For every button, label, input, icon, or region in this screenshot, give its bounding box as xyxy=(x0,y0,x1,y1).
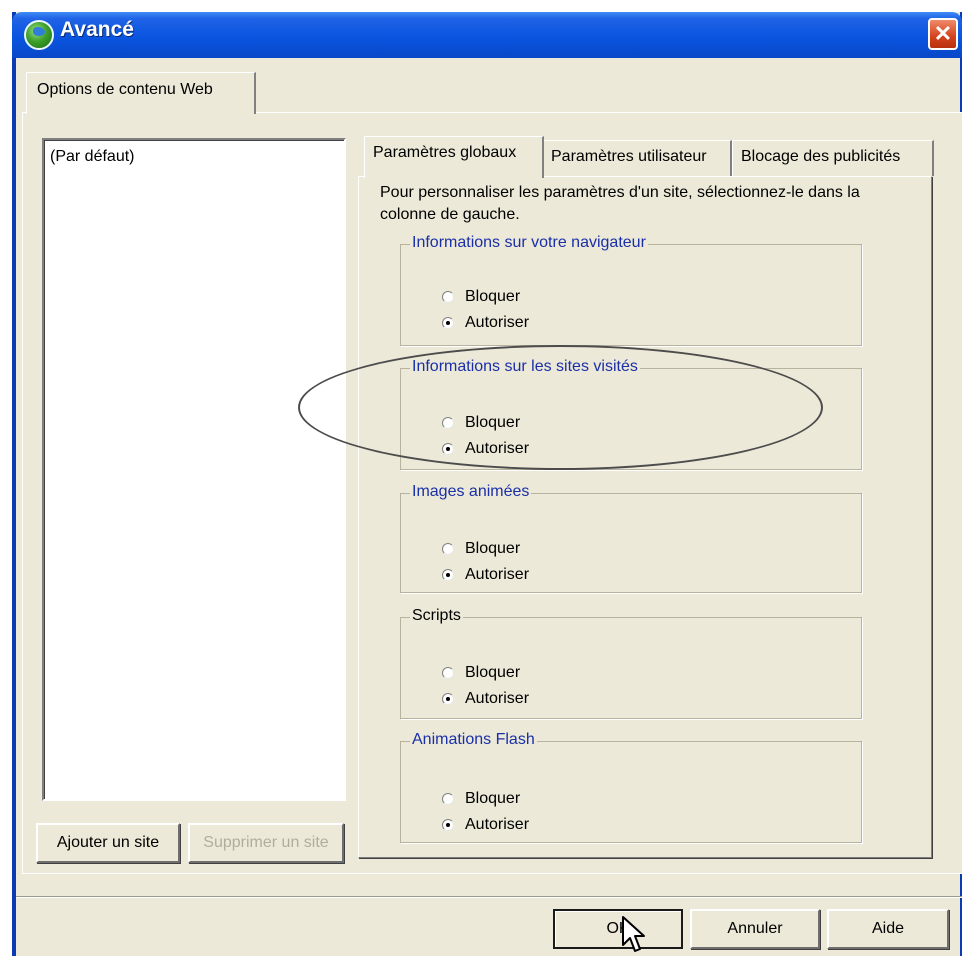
radio-label: Autoriser xyxy=(465,314,530,331)
radio-label: Bloquer xyxy=(465,540,521,557)
radio-scripts-block[interactable]: Bloquer xyxy=(442,664,520,682)
radio-label: Autoriser xyxy=(465,816,530,833)
tab-ad-blocking[interactable]: Blocage des publicités xyxy=(732,140,934,176)
radio-animated-images-allow[interactable]: Autoriser xyxy=(442,566,529,584)
intro-text: Pour personnaliser les paramètres d'un s… xyxy=(380,184,860,223)
radio-scripts-allow[interactable]: Autoriser xyxy=(442,690,529,708)
bottom-divider xyxy=(16,896,962,898)
group-scripts-label: Scripts xyxy=(410,607,463,625)
group-browser-info-label: Informations sur votre navigateur xyxy=(410,234,648,252)
site-list-item[interactable]: (Par défaut) xyxy=(50,148,338,166)
tab-web-content-options[interactable]: Options de contenu Web xyxy=(26,72,256,114)
radio-label: Bloquer xyxy=(465,790,521,807)
highlight-ellipse xyxy=(298,345,823,470)
radio-button[interactable] xyxy=(442,793,454,805)
mouse-cursor-icon xyxy=(622,916,645,952)
ok-button[interactable]: OK xyxy=(553,909,683,949)
radio-flash-block[interactable]: Bloquer xyxy=(442,790,520,808)
site-list[interactable]: (Par défaut) xyxy=(42,138,346,801)
radio-button-selected[interactable] xyxy=(442,819,454,831)
radio-button-selected[interactable] xyxy=(442,317,454,329)
globe-icon xyxy=(24,20,54,50)
radio-button-selected[interactable] xyxy=(442,693,454,705)
remove-site-button: Supprimer un site xyxy=(188,823,344,863)
add-site-button[interactable]: Ajouter un site xyxy=(36,823,180,863)
close-button[interactable]: ✕ xyxy=(928,18,958,50)
radio-button[interactable] xyxy=(442,543,454,555)
radio-label: Autoriser xyxy=(465,690,530,707)
radio-browser-info-block[interactable]: Bloquer xyxy=(442,288,520,306)
radio-label: Bloquer xyxy=(465,288,521,305)
radio-button[interactable] xyxy=(442,291,454,303)
radio-browser-info-allow[interactable]: Autoriser xyxy=(442,314,529,332)
help-button[interactable]: Aide xyxy=(827,909,949,949)
tab-user-settings[interactable]: Paramètres utilisateur xyxy=(542,140,732,176)
radio-animated-images-block[interactable]: Bloquer xyxy=(442,540,520,558)
cancel-button[interactable]: Annuler xyxy=(690,909,820,949)
group-animated-images-label: Images animées xyxy=(410,483,532,501)
tab-global-settings[interactable]: Paramètres globaux xyxy=(364,136,544,178)
radio-label: Autoriser xyxy=(465,566,530,583)
radio-label: Bloquer xyxy=(465,664,521,681)
title-bar[interactable] xyxy=(12,12,962,58)
radio-flash-allow[interactable]: Autoriser xyxy=(442,816,529,834)
radio-button-selected[interactable] xyxy=(442,569,454,581)
window-title: Avancé xyxy=(60,18,134,41)
group-flash-animations-label: Animations Flash xyxy=(410,731,537,749)
close-icon: ✕ xyxy=(933,21,953,46)
radio-button[interactable] xyxy=(442,667,454,679)
